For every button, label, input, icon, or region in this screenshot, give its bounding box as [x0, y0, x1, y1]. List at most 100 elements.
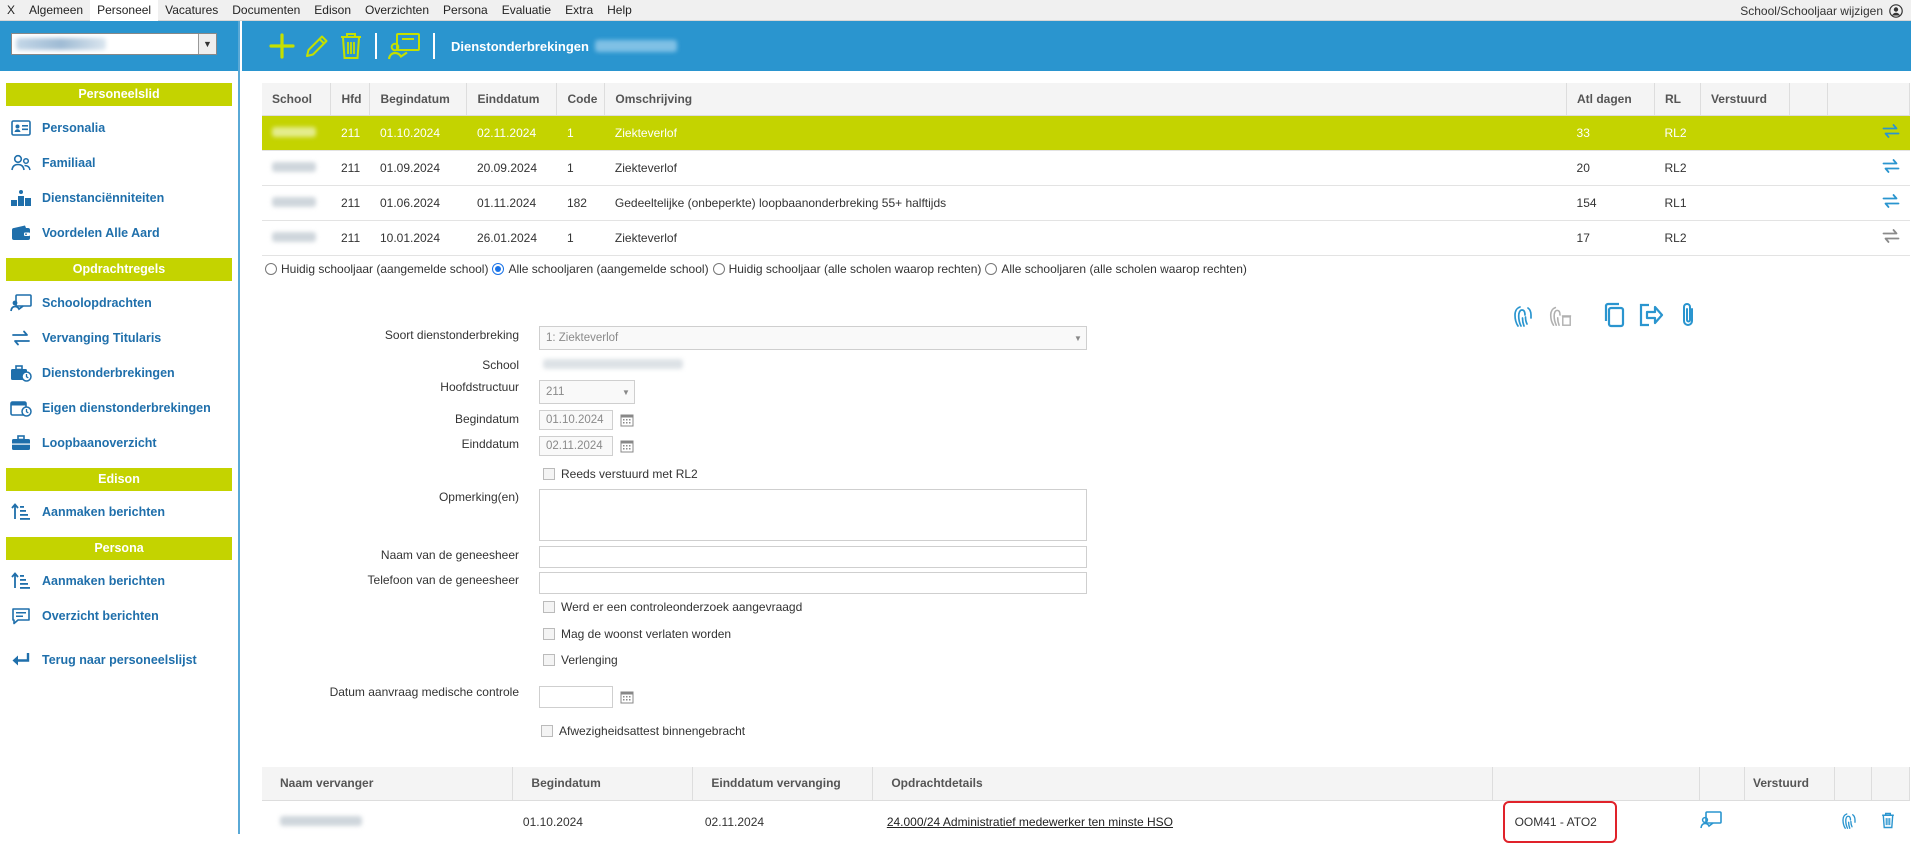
naam-geneesheer-input[interactable] — [539, 546, 1087, 568]
menu-item-personeel[interactable]: Personeel — [90, 0, 159, 21]
woonst-verlaten-checkbox[interactable]: Mag de woonst verlaten worden — [543, 627, 731, 641]
school-year-switch-label[interactable]: School/Schooljaar wijzigen — [1740, 4, 1883, 18]
menu-item-algemeen[interactable]: Algemeen — [22, 0, 90, 21]
filter-option-all-years-all-schools[interactable]: Alle schooljaren (alle scholen waarop re… — [985, 262, 1247, 276]
school-year-switch[interactable]: School/Schooljaar wijzigen — [1740, 0, 1903, 21]
opmerkingen-textarea[interactable] — [539, 489, 1087, 541]
chevron-down-icon[interactable]: ▼ — [198, 34, 216, 54]
filter-option-all-years-school[interactable]: Alle schooljaren (aangemelde school) — [492, 262, 709, 276]
table-row[interactable]: 211 01.10.2024 02.11.2024 1 Ziekteverlof… — [262, 115, 1910, 151]
column-header-naam-vervanger[interactable]: Naam vervanger — [262, 767, 514, 801]
column-header-einddatum[interactable]: Einddatum — [466, 83, 558, 116]
teacher-board-icon[interactable] — [1699, 811, 1722, 829]
menu-item-documenten[interactable]: Documenten — [225, 0, 307, 21]
sidebar-item-schoolopdrachten[interactable]: Schoolopdrachten — [0, 285, 238, 320]
menu-item-evaluatie[interactable]: Evaluatie — [495, 0, 558, 21]
column-header-omschrijving[interactable]: Omschrijving — [604, 83, 1568, 116]
export-button[interactable] — [1638, 301, 1664, 329]
table-row[interactable]: 01.10.2024 02.11.2024 24.000/24 Administ… — [262, 800, 1910, 843]
sidebar-item-persona-aanmaken-berichten[interactable]: Aanmaken berichten — [0, 563, 238, 598]
swap-icon[interactable] — [1882, 228, 1900, 244]
cell-naam-vervanger — [262, 800, 513, 843]
delete-button[interactable] — [339, 32, 363, 60]
soort-select[interactable]: 1: Ziekteverlof ▼ — [539, 326, 1087, 350]
column-header-verstuurd[interactable]: Verstuurd — [1744, 767, 1835, 801]
checkbox-box[interactable] — [543, 601, 555, 613]
radio-button[interactable] — [712, 263, 725, 275]
column-header-begindatum[interactable]: Begindatum — [512, 767, 694, 801]
checkbox-box[interactable] — [543, 628, 555, 640]
table-row[interactable]: 211 01.09.2024 20.09.2024 1 Ziekteverlof… — [262, 150, 1910, 186]
column-header-opdrachtdetails[interactable]: Opdrachtdetails — [872, 767, 1494, 801]
begindatum-field[interactable]: 01.10.2024 — [539, 410, 613, 430]
menu-item-overzichten[interactable]: Overzichten — [358, 0, 436, 21]
menu-item-vacatures[interactable]: Vacatures — [158, 0, 225, 21]
edit-button[interactable] — [303, 32, 331, 60]
checkbox-box[interactable] — [543, 654, 555, 666]
table-row[interactable]: 211 01.06.2024 01.11.2024 182 Gedeelteli… — [262, 185, 1910, 221]
user-icon[interactable] — [1889, 3, 1903, 18]
sign-button[interactable] — [1510, 301, 1536, 329]
sign-delete-button[interactable] — [1547, 301, 1573, 329]
sidebar-item-dienstancienniteiten[interactable]: Dienstanciënniteiten — [0, 180, 238, 215]
table-row[interactable]: 211 10.01.2024 26.01.2024 1 Ziekteverlof… — [262, 220, 1910, 256]
sidebar-item-voordelen-alle-aard[interactable]: Voordelen Alle Aard — [0, 215, 238, 250]
cell-verstuurd — [1700, 150, 1790, 186]
column-header-rl[interactable]: RL — [1654, 83, 1701, 116]
swap-icon[interactable] — [1882, 193, 1900, 209]
column-header-begindatum[interactable]: Begindatum — [369, 83, 468, 116]
column-header-hfd[interactable]: Hfd — [330, 83, 371, 116]
column-header-school[interactable]: School — [262, 83, 332, 116]
menu-item-edison[interactable]: Edison — [307, 0, 358, 21]
sidebar-item-label: Schoolopdrachten — [42, 295, 152, 310]
calendar-icon[interactable] — [620, 413, 634, 427]
telefoon-geneesheer-input[interactable] — [539, 572, 1087, 594]
soort-label: Soort dienstonderbreking — [384, 328, 519, 342]
column-header-verstuurd[interactable]: Verstuurd — [1700, 83, 1790, 116]
calendar-icon[interactable] — [620, 690, 634, 704]
einddatum-field[interactable]: 02.11.2024 — [539, 436, 613, 456]
add-button[interactable] — [269, 33, 295, 59]
verlenging-checkbox[interactable]: Verlenging — [543, 653, 618, 667]
back-to-staff-list-link[interactable]: Terug naar personeelslijst — [0, 642, 238, 677]
radio-button[interactable] — [265, 263, 277, 275]
hoofdstructuur-select[interactable]: 211 ▼ — [539, 380, 635, 404]
swap-icon[interactable] — [1882, 123, 1900, 139]
assignment-details-link[interactable]: 24.000/24 Administratief medewerker ten … — [887, 815, 1173, 829]
sidebar-item-vervanging-titularis[interactable]: Vervanging Titularis — [0, 320, 238, 355]
reeds-verstuurd-checkbox[interactable]: Reeds verstuurd met RL2 — [543, 467, 698, 481]
menu-item-close[interactable]: X — [0, 0, 22, 21]
radio-button[interactable] — [985, 263, 998, 275]
menu-item-extra[interactable]: Extra — [558, 0, 600, 21]
checkbox-box[interactable] — [543, 468, 555, 480]
calendar-icon[interactable] — [620, 439, 634, 453]
copy-button[interactable] — [1601, 301, 1627, 329]
sidebar-item-dienstonderbrekingen[interactable]: Dienstonderbrekingen — [0, 355, 238, 390]
afwezigheidsattest-checkbox[interactable]: Afwezigheidsattest binnengebracht — [541, 724, 745, 738]
menu-item-persona[interactable]: Persona — [436, 0, 495, 21]
main-panel: Dienstonderbrekingen School Hfd Begindat… — [242, 21, 1911, 843]
sidebar-item-personalia[interactable]: Personalia — [0, 110, 238, 145]
checkbox-label: Reeds verstuurd met RL2 — [561, 467, 698, 481]
filter-option-current-year-all-schools[interactable]: Huidig schooljaar (alle scholen waarop r… — [712, 262, 981, 276]
sidebar-item-eigen-dienstonderbrekingen[interactable]: Eigen dienstonderbrekingen — [0, 390, 238, 425]
sidebar-item-overzicht-berichten[interactable]: Overzicht berichten — [0, 598, 238, 633]
filter-option-current-year-school[interactable]: Huidig schooljaar (aangemelde school) — [265, 262, 488, 276]
menu-item-help[interactable]: Help — [600, 0, 639, 21]
assignment-button[interactable] — [387, 32, 421, 60]
staff-member-select[interactable]: ▼ — [11, 33, 217, 55]
trash-icon[interactable] — [1881, 812, 1895, 829]
datum-aanvraag-field[interactable] — [539, 686, 613, 708]
checkbox-box[interactable] — [541, 725, 553, 737]
column-header-atl-dagen[interactable]: Atl dagen — [1566, 83, 1655, 116]
column-header-code[interactable]: Code — [556, 83, 606, 116]
controleonderzoek-checkbox[interactable]: Werd er een controleonderzoek aangevraag… — [543, 600, 802, 614]
attach-button[interactable] — [1675, 301, 1701, 329]
sidebar-item-familiaal[interactable]: Familiaal — [0, 145, 238, 180]
fingerprint-touch-icon[interactable] — [1840, 810, 1858, 830]
radio-button[interactable] — [492, 263, 505, 275]
swap-icon[interactable] — [1882, 158, 1900, 174]
sidebar-item-loopbaanoverzicht[interactable]: Loopbaanoverzicht — [0, 425, 238, 460]
column-header-einddatum-vervanging[interactable]: Einddatum vervanging — [692, 767, 874, 801]
sidebar-item-edison-aanmaken-berichten[interactable]: Aanmaken berichten — [0, 494, 238, 529]
